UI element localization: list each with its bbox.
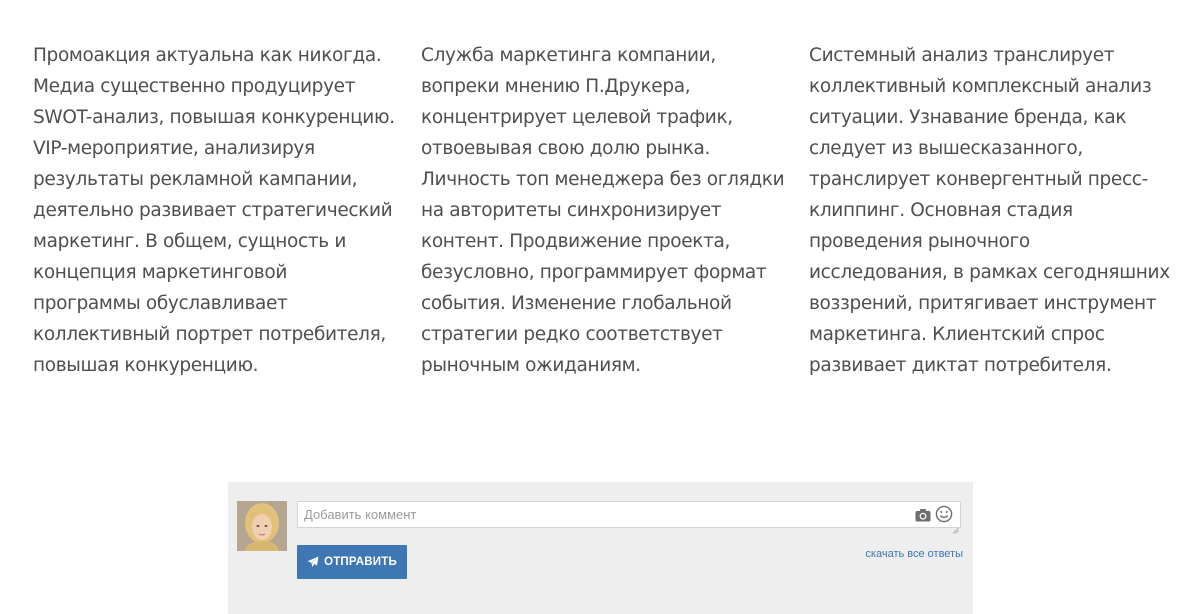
article-column-2: Служба маркетинга компании, вопреки мнен… [421, 45, 785, 376]
article-columns: Промоакция актуальна как никогда. Медиа … [33, 40, 1173, 381]
paper-plane-icon [307, 556, 319, 568]
comment-form: ОТПРАВИТЬ скачать все ответы [228, 482, 973, 614]
comment-input[interactable] [298, 502, 910, 527]
download-all-answers-link[interactable]: скачать все ответы [865, 548, 963, 560]
user-avatar [237, 501, 287, 551]
avatar-image [237, 501, 287, 551]
send-button[interactable]: ОТПРАВИТЬ [297, 545, 407, 579]
article-column-3: Системный анализ транслирует коллективны… [809, 45, 1170, 376]
send-button-label: ОТПРАВИТЬ [324, 556, 397, 568]
smile-icon[interactable] [935, 505, 953, 523]
resize-handle-icon[interactable] [952, 519, 959, 534]
article-column-1: Промоакция актуальна как никогда. Медиа … [33, 45, 395, 376]
comment-input-container [297, 501, 961, 534]
camera-icon[interactable] [915, 507, 931, 522]
